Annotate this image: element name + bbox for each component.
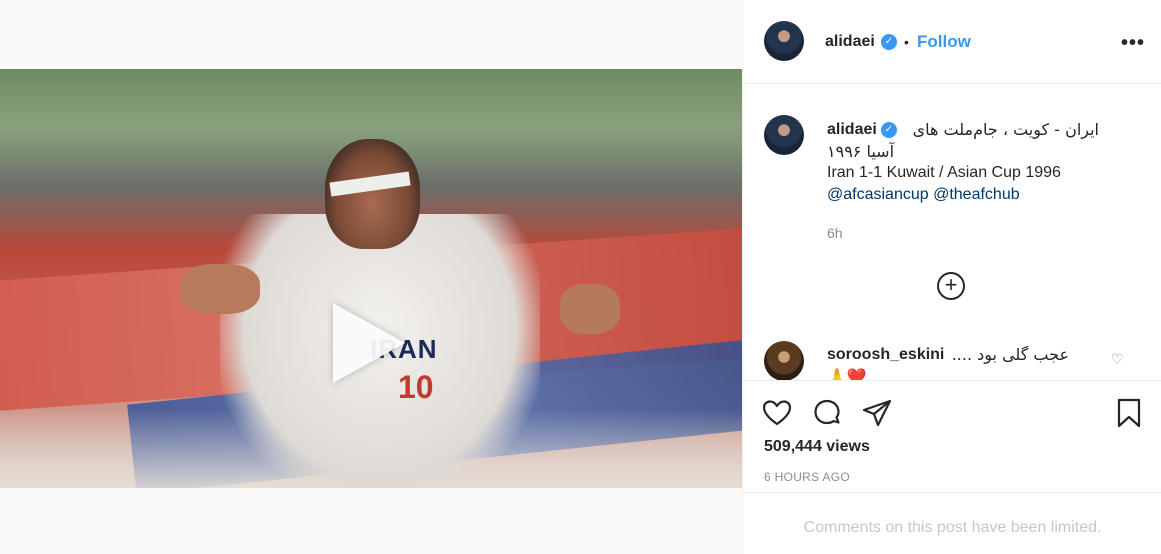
comment-username[interactable]: soroosh_eskini [827,346,944,364]
caption-line-fa-1: ایران - کویت ، جام‌ملت های [912,120,1099,139]
media-pane: IRAN 10 [0,0,742,554]
comment-text-line-2: 🙏❤️ [827,369,867,380]
verified-badge-icon: ✓ [881,122,897,138]
post-sidebar: alidaei ✓ • Follow ••• alidaei ✓ ایران -… [742,0,1161,554]
mention-link[interactable]: @afcasiancup [827,186,929,203]
more-options-icon[interactable]: ••• [1121,32,1145,55]
video-player[interactable]: IRAN 10 [0,69,742,488]
post-header: alidaei ✓ • Follow ••• [743,0,1161,84]
comments-limited-notice: Comments on this post have been limited. [743,492,1161,554]
caption-username[interactable]: alidaei [827,121,877,139]
avatar[interactable] [764,21,804,61]
post-username[interactable]: alidaei [825,33,875,51]
video-frame-arm-right [560,284,620,334]
caption-mentions: @afcasiancup @theafchub [827,186,1020,204]
caption-line-fa-2: آسیا ۱۹۹۶ [827,142,895,161]
caption-line-en: Iran 1-1 Kuwait / Asian Cup 1996 [827,164,1061,181]
video-frame-arm-left [180,264,260,314]
play-icon[interactable] [333,303,405,383]
post-timestamp[interactable]: 6 HOURS AGO [764,470,850,484]
post-actions: 509,444 views 6 HOURS AGO [743,380,1161,492]
comments-section[interactable]: alidaei ✓ ایران - کویت ، جام‌ملت های آسی… [743,85,1161,380]
caption-timestamp[interactable]: 6h [827,225,843,241]
separator-dot: • [904,34,909,50]
mention-link[interactable]: @theafchub [933,186,1020,203]
comment-text: عجب گلی بود .... [951,345,1069,364]
caption-avatar[interactable] [764,115,804,155]
comment-avatar[interactable] [764,341,804,380]
share-icon[interactable] [861,397,893,429]
add-circle-icon[interactable]: + [937,272,965,300]
comment-icon[interactable] [811,397,843,429]
bookmark-icon[interactable] [1113,397,1145,429]
view-count[interactable]: 509,444 views [764,438,870,456]
comment-like-heart-icon[interactable]: ♡ [1111,351,1124,368]
verified-badge-icon: ✓ [881,34,897,50]
follow-button[interactable]: Follow [917,32,971,52]
heart-icon[interactable] [761,397,793,429]
